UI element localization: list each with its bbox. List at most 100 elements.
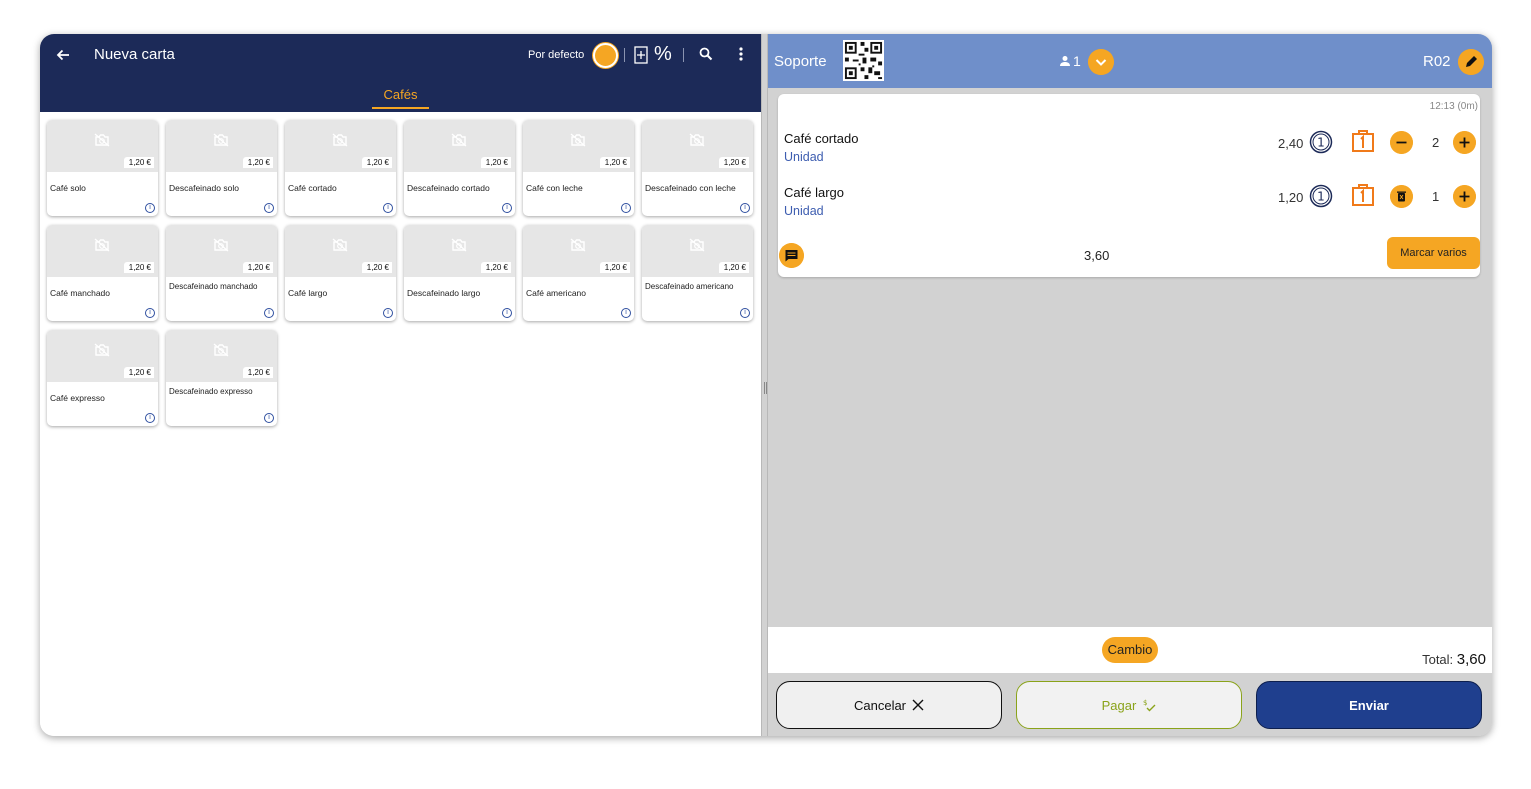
line-quantity: 2 bbox=[1432, 135, 1440, 150]
product-card[interactable]: 1,20 € Descafeinado cortado i bbox=[404, 120, 515, 216]
product-name: Descafeinado americano bbox=[645, 282, 734, 291]
product-image-placeholder: 1,20 € bbox=[47, 120, 158, 172]
line-unit[interactable]: Unidad bbox=[784, 150, 824, 164]
product-price: 1,20 € bbox=[242, 367, 273, 378]
qr-code-icon[interactable] bbox=[843, 40, 884, 81]
product-name: Descafeinado cortado bbox=[407, 183, 490, 193]
info-icon[interactable]: i bbox=[621, 308, 631, 318]
cancel-label: Cancelar bbox=[853, 697, 907, 713]
line-price: 2,40 bbox=[1278, 136, 1304, 151]
product-name: Descafeinado solo bbox=[169, 183, 239, 193]
product-name: Café expresso bbox=[50, 393, 105, 403]
info-icon[interactable]: i bbox=[145, 413, 155, 423]
product-card[interactable]: 1,20 € Café manchado i bbox=[47, 225, 158, 321]
product-card[interactable]: 1,20 € Descafeinado expresso i bbox=[166, 330, 277, 426]
guest-count: 1 bbox=[1059, 53, 1081, 69]
cancel-button[interactable]: Cancelar bbox=[776, 681, 1002, 729]
chevron-down-icon[interactable] bbox=[1088, 49, 1114, 75]
product-card[interactable]: 1,20 € Café americano i bbox=[523, 225, 634, 321]
product-card[interactable]: 1,20 € Café expresso i bbox=[47, 330, 158, 426]
course-number-icon[interactable]: 1 bbox=[1309, 130, 1333, 154]
pay-money-icon: $ bbox=[1143, 699, 1156, 712]
product-name: Descafeinado expresso bbox=[169, 387, 253, 396]
ticket-footer: Cambio Total: 3,60 Cancelar Pagar $ Envi… bbox=[768, 627, 1492, 736]
increment-button[interactable] bbox=[1453, 131, 1476, 154]
info-icon[interactable]: i bbox=[264, 308, 274, 318]
change-button[interactable]: Cambio bbox=[1102, 637, 1158, 663]
product-card[interactable]: 1,20 € Café con leche i bbox=[523, 120, 634, 216]
product-card[interactable]: 1,20 € Café cortado i bbox=[285, 120, 396, 216]
default-toggle[interactable] bbox=[593, 43, 618, 68]
pane-resize-handle[interactable] bbox=[761, 34, 768, 736]
more-vert-icon[interactable] bbox=[739, 47, 743, 61]
product-name: Café cortado bbox=[288, 183, 337, 193]
product-price: 1,20 € bbox=[242, 262, 273, 273]
info-icon[interactable]: i bbox=[502, 203, 512, 213]
no-photo-icon bbox=[213, 343, 229, 357]
product-card[interactable]: 1,20 € Descafeinado largo i bbox=[404, 225, 515, 321]
line-name: Café largo bbox=[784, 185, 844, 200]
serving-tray-icon[interactable] bbox=[1350, 128, 1376, 154]
delete-line-button[interactable] bbox=[1390, 185, 1413, 208]
product-card[interactable]: 1,20 € Descafeinado americano i bbox=[642, 225, 753, 321]
page-title: Nueva carta bbox=[94, 46, 175, 63]
product-price: 1,20 € bbox=[599, 157, 630, 168]
info-icon[interactable]: i bbox=[264, 203, 274, 213]
svg-text:1: 1 bbox=[1317, 136, 1325, 150]
ticket-header: Soporte 1 R02 bbox=[768, 34, 1492, 88]
order-line[interactable]: Café cortado Unidad 2,40 1 2 bbox=[784, 128, 1480, 171]
table-name: R02 bbox=[1423, 53, 1451, 70]
decrement-button[interactable] bbox=[1390, 131, 1413, 154]
tab-cafes[interactable]: Cafés bbox=[371, 86, 430, 109]
info-icon[interactable]: i bbox=[383, 308, 393, 318]
total-label: Total: bbox=[1422, 652, 1454, 667]
info-icon[interactable]: i bbox=[264, 413, 274, 423]
mark-several-button[interactable]: Marcar varios bbox=[1387, 237, 1480, 269]
product-price: 1,20 € bbox=[480, 157, 511, 168]
menu-panel: Nueva carta Por defecto % Cafés 1,20 € Ca… bbox=[40, 34, 761, 736]
order-line[interactable]: Café largo Unidad 1,20 1 1 bbox=[784, 182, 1480, 225]
divider bbox=[683, 48, 684, 62]
info-icon[interactable]: i bbox=[621, 203, 631, 213]
send-button[interactable]: Enviar bbox=[1256, 681, 1482, 729]
no-photo-icon bbox=[94, 133, 110, 147]
product-card[interactable]: 1,20 € Descafeinado manchado i bbox=[166, 225, 277, 321]
info-icon[interactable]: i bbox=[740, 308, 750, 318]
close-icon bbox=[912, 699, 924, 711]
product-card[interactable]: 1,20 € Café solo i bbox=[47, 120, 158, 216]
product-price: 1,20 € bbox=[123, 367, 154, 378]
product-card[interactable]: 1,20 € Descafeinado solo i bbox=[166, 120, 277, 216]
comment-icon[interactable] bbox=[779, 243, 804, 268]
product-image-placeholder: 1,20 € bbox=[404, 120, 515, 172]
info-icon[interactable]: i bbox=[145, 308, 155, 318]
course-number-icon[interactable]: 1 bbox=[1309, 184, 1333, 208]
percent-icon[interactable]: % bbox=[654, 43, 672, 66]
product-card[interactable]: 1,20 € Descafeinado con leche i bbox=[642, 120, 753, 216]
serving-tray-icon[interactable] bbox=[1350, 182, 1376, 208]
add-document-icon[interactable] bbox=[634, 46, 648, 64]
pay-button[interactable]: Pagar $ bbox=[1016, 681, 1242, 729]
line-unit[interactable]: Unidad bbox=[784, 204, 824, 218]
info-icon[interactable]: i bbox=[383, 203, 393, 213]
menu-header: Nueva carta Por defecto % Cafés bbox=[40, 34, 761, 112]
search-icon[interactable] bbox=[699, 47, 713, 61]
support-label[interactable]: Soporte bbox=[774, 53, 827, 70]
increment-button[interactable] bbox=[1453, 185, 1476, 208]
info-icon[interactable]: i bbox=[145, 203, 155, 213]
product-price: 1,20 € bbox=[123, 262, 154, 273]
info-icon[interactable]: i bbox=[502, 308, 512, 318]
product-card[interactable]: 1,20 € Café largo i bbox=[285, 225, 396, 321]
no-photo-icon bbox=[570, 133, 586, 147]
no-photo-icon bbox=[332, 238, 348, 252]
ticket-panel: Soporte 1 R02 12:13 (0m) Café cortado Un… bbox=[768, 34, 1492, 736]
back-arrow-icon[interactable] bbox=[54, 46, 72, 64]
edit-pencil-icon[interactable] bbox=[1458, 49, 1484, 75]
product-name: Café largo bbox=[288, 288, 328, 298]
person-icon bbox=[1060, 56, 1070, 66]
no-photo-icon bbox=[94, 238, 110, 252]
product-price: 1,20 € bbox=[123, 157, 154, 168]
info-icon[interactable]: i bbox=[740, 203, 750, 213]
svg-text:1: 1 bbox=[1317, 190, 1325, 204]
product-image-placeholder: 1,20 € bbox=[166, 225, 277, 277]
order-card: 12:13 (0m) Café cortado Unidad 2,40 1 2 … bbox=[778, 94, 1480, 277]
